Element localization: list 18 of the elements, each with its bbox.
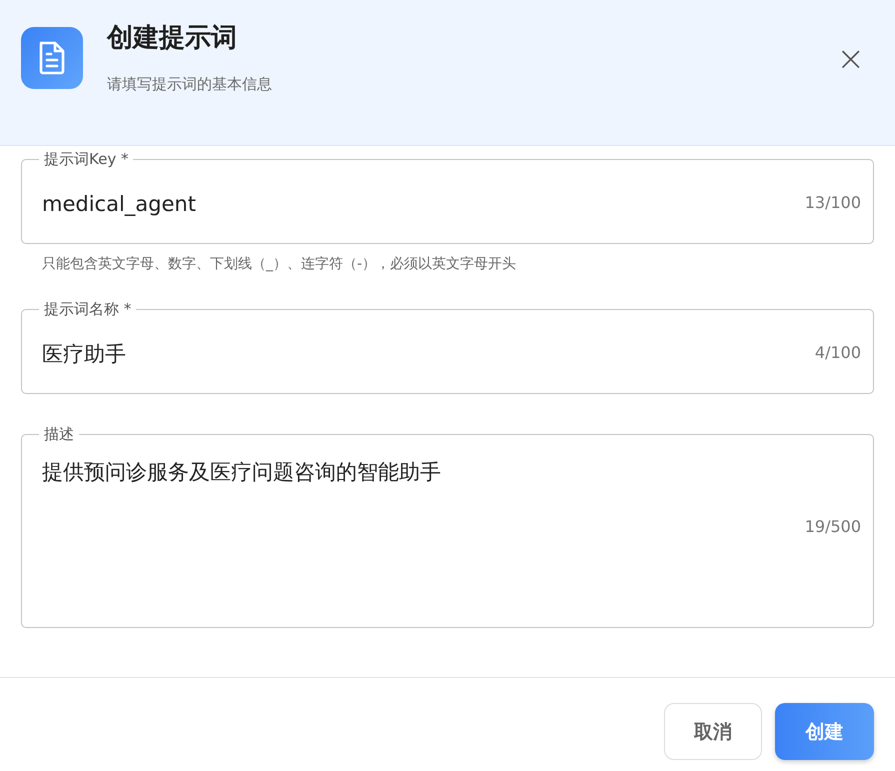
text-input[interactable]: 医疗助手 bbox=[42, 342, 783, 366]
helper-text: 只能包含英文字母、数字、下划线（_）、连字符（-），必须以英文字母开头 bbox=[42, 255, 518, 273]
input-field[interactable]: 提示词名称 * 医疗助手 4/100 bbox=[21, 300, 874, 394]
description-textarea[interactable]: 提供预问诊服务及医疗问题咨询的智能助手 bbox=[42, 458, 783, 538]
cancel-button[interactable]: 取消 bbox=[664, 703, 762, 760]
dialog-subtitle: 请填写提示词的基本信息 bbox=[107, 75, 273, 94]
field-label: 提示词名称 * bbox=[43, 300, 132, 319]
input-field[interactable]: 提示词Key * medical_agent 13/100 bbox=[21, 150, 874, 244]
character-counter: 13/100 bbox=[804, 193, 861, 212]
document-icon bbox=[21, 27, 83, 89]
textarea-field[interactable]: 描述 提供预问诊服务及医疗问题咨询的智能助手 19/500 bbox=[21, 425, 874, 628]
character-counter: 4/100 bbox=[814, 343, 861, 362]
close-button[interactable]: × bbox=[832, 42, 869, 76]
field-label: 描述 bbox=[43, 425, 75, 444]
text-input[interactable]: medical_agent bbox=[42, 192, 783, 216]
character-counter: 19/500 bbox=[804, 517, 861, 536]
field-label: 提示词Key * bbox=[43, 150, 130, 169]
dialog-title: 创建提示词 bbox=[107, 22, 238, 55]
